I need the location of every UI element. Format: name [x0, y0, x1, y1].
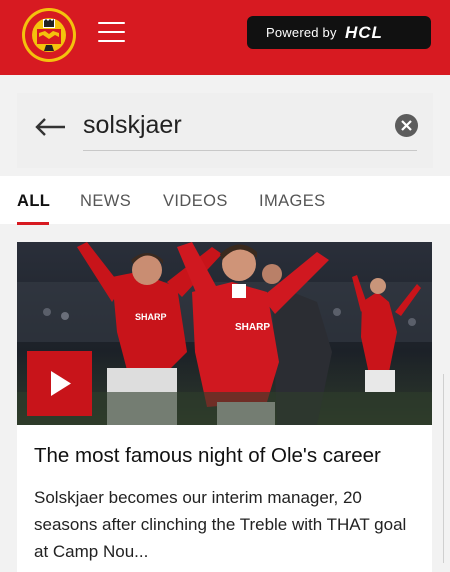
club-crest-logo[interactable]: [21, 7, 77, 63]
search-bar: [17, 93, 433, 168]
search-input[interactable]: [83, 109, 363, 141]
active-tab-indicator: [17, 222, 49, 225]
close-circle-icon[interactable]: [395, 114, 418, 137]
scrollbar-edge: [443, 374, 450, 563]
powered-by-label: Powered by: [266, 25, 337, 40]
result-card[interactable]: SHARP SHARP The most famous night of Ole…: [17, 242, 432, 572]
tab-all[interactable]: ALL: [17, 192, 50, 211]
shirt-sponsor-text: SHARP: [135, 312, 167, 322]
powered-by-badge[interactable]: Powered by HCL: [247, 16, 431, 49]
result-title[interactable]: The most famous night of Ole's career: [34, 444, 381, 468]
play-icon: [51, 371, 71, 396]
result-tabs: ALL NEWS VIDEOS IMAGES: [0, 176, 450, 225]
menu-icon[interactable]: [98, 20, 126, 44]
search-underline: [83, 150, 417, 151]
result-description: Solskjaer becomes our interim manager, 2…: [34, 488, 407, 561]
result-thumbnail[interactable]: SHARP SHARP: [17, 242, 432, 425]
play-button[interactable]: [27, 351, 92, 416]
tab-news[interactable]: NEWS: [80, 192, 131, 211]
sponsor-logo: HCL: [345, 23, 383, 42]
app-header: Powered by HCL: [0, 0, 450, 75]
arrow-left-icon[interactable]: [33, 116, 67, 138]
tab-videos[interactable]: VIDEOS: [163, 192, 228, 211]
shirt-sponsor-text-main: SHARP: [235, 322, 270, 333]
tab-images[interactable]: IMAGES: [259, 192, 326, 211]
